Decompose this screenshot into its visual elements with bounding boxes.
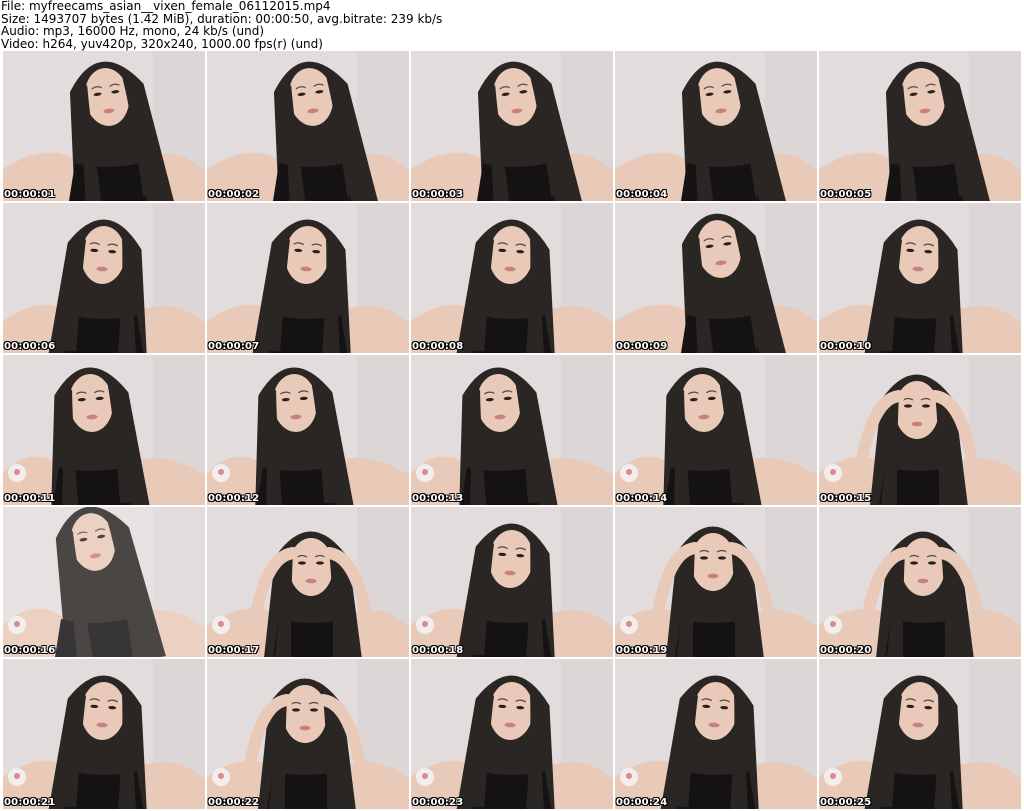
timestamp-label: 00:00:08 bbox=[412, 341, 464, 352]
timestamp-label: 00:00:12 bbox=[208, 493, 260, 504]
timestamp-label: 00:00:07 bbox=[208, 341, 260, 352]
timestamp-label: 00:00:03 bbox=[412, 189, 464, 200]
thumbnail-image bbox=[207, 507, 409, 657]
thumbnail-image bbox=[411, 51, 613, 201]
thumbnail-image bbox=[207, 51, 409, 201]
video-thumbnail: 00:00:21 bbox=[3, 659, 205, 809]
timestamp-label: 00:00:19 bbox=[616, 645, 668, 656]
video-thumbnail: 00:00:02 bbox=[207, 51, 409, 201]
thumbnail-image bbox=[819, 659, 1021, 809]
timestamp-label: 00:00:13 bbox=[412, 493, 464, 504]
video-thumbnail: 00:00:16 bbox=[3, 507, 205, 657]
video-thumbnail: 00:00:01 bbox=[3, 51, 205, 201]
video-thumbnail: 00:00:07 bbox=[207, 203, 409, 353]
timestamp-label: 00:00:09 bbox=[616, 341, 668, 352]
video-thumbnail: 00:00:10 bbox=[819, 203, 1021, 353]
timestamp-label: 00:00:25 bbox=[820, 797, 872, 808]
video-thumbnail: 00:00:03 bbox=[411, 51, 613, 201]
video-thumbnail: 00:00:14 bbox=[615, 355, 817, 505]
timestamp-label: 00:00:20 bbox=[820, 645, 872, 656]
timestamp-label: 00:00:11 bbox=[4, 493, 56, 504]
video-thumbnail: 00:00:06 bbox=[3, 203, 205, 353]
file-name-line: File: myfreecams_asian__vixen_female_061… bbox=[1, 0, 331, 13]
thumbnail-image bbox=[411, 659, 613, 809]
thumbnail-image bbox=[3, 355, 205, 505]
video-thumbnail: 00:00:24 bbox=[615, 659, 817, 809]
timestamp-label: 00:00:17 bbox=[208, 645, 260, 656]
timestamp-label: 00:00:16 bbox=[4, 645, 56, 656]
video-thumbnail: 00:00:25 bbox=[819, 659, 1021, 809]
video-info-line: Video: h264, yuv420p, 320x240, 1000.00 f… bbox=[1, 36, 323, 51]
thumbnail-image bbox=[411, 203, 613, 353]
video-thumbnail: 00:00:13 bbox=[411, 355, 613, 505]
video-thumbnail: 00:00:15 bbox=[819, 355, 1021, 505]
timestamp-label: 00:00:05 bbox=[820, 189, 872, 200]
timestamp-label: 00:00:18 bbox=[412, 645, 464, 656]
timestamp-label: 00:00:14 bbox=[616, 493, 668, 504]
timestamp-label: 00:00:23 bbox=[412, 797, 464, 808]
timestamp-label: 00:00:22 bbox=[208, 797, 260, 808]
thumbnail-image bbox=[207, 203, 409, 353]
thumbnail-image bbox=[207, 659, 409, 809]
thumbnail-image bbox=[411, 355, 613, 505]
thumbnail-image bbox=[819, 51, 1021, 201]
thumbnail-image bbox=[615, 355, 817, 505]
timestamp-label: 00:00:24 bbox=[616, 797, 668, 808]
video-thumbnail: 00:00:09 bbox=[615, 203, 817, 353]
thumbnail-image bbox=[3, 659, 205, 809]
timestamp-label: 00:00:06 bbox=[4, 341, 56, 352]
video-thumbnail: 00:00:22 bbox=[207, 659, 409, 809]
thumbnail-image bbox=[615, 507, 817, 657]
thumbnail-image bbox=[819, 355, 1021, 505]
video-thumbnail: 00:00:08 bbox=[411, 203, 613, 353]
thumbnail-image bbox=[3, 203, 205, 353]
video-thumbnail: 00:00:23 bbox=[411, 659, 613, 809]
timestamp-label: 00:00:04 bbox=[616, 189, 668, 200]
thumbnail-image bbox=[3, 507, 205, 657]
video-thumbnail: 00:00:11 bbox=[3, 355, 205, 505]
file-info-header: File: myfreecams_asian__vixen_female_061… bbox=[0, 0, 1024, 50]
timestamp-label: 00:00:01 bbox=[4, 189, 56, 200]
video-thumbnail: 00:00:20 bbox=[819, 507, 1021, 657]
thumbnail-image bbox=[819, 203, 1021, 353]
thumbnail-grid: 00:00:01 00:00:02 00:00:03 00:00:04 00:00:05… bbox=[0, 50, 1024, 811]
video-thumbnail: 00:00:19 bbox=[615, 507, 817, 657]
thumbnail-image bbox=[615, 659, 817, 809]
timestamp-label: 00:00:21 bbox=[4, 797, 56, 808]
video-thumbnail: 00:00:12 bbox=[207, 355, 409, 505]
video-thumbnail: 00:00:05 bbox=[819, 51, 1021, 201]
thumbnail-image bbox=[3, 51, 205, 201]
thumbnail-image bbox=[819, 507, 1021, 657]
video-thumbnail: 00:00:04 bbox=[615, 51, 817, 201]
thumbnail-image bbox=[411, 507, 613, 657]
audio-info-line: Audio: mp3, 16000 Hz, mono, 24 kb/s (und… bbox=[1, 24, 265, 38]
timestamp-label: 00:00:15 bbox=[820, 493, 872, 504]
thumbnail-image bbox=[615, 203, 817, 353]
timestamp-label: 00:00:10 bbox=[820, 341, 872, 352]
timestamp-label: 00:00:02 bbox=[208, 189, 260, 200]
thumbnail-image bbox=[615, 51, 817, 201]
video-thumbnail: 00:00:18 bbox=[411, 507, 613, 657]
thumbnail-image bbox=[207, 355, 409, 505]
video-thumbnail: 00:00:17 bbox=[207, 507, 409, 657]
